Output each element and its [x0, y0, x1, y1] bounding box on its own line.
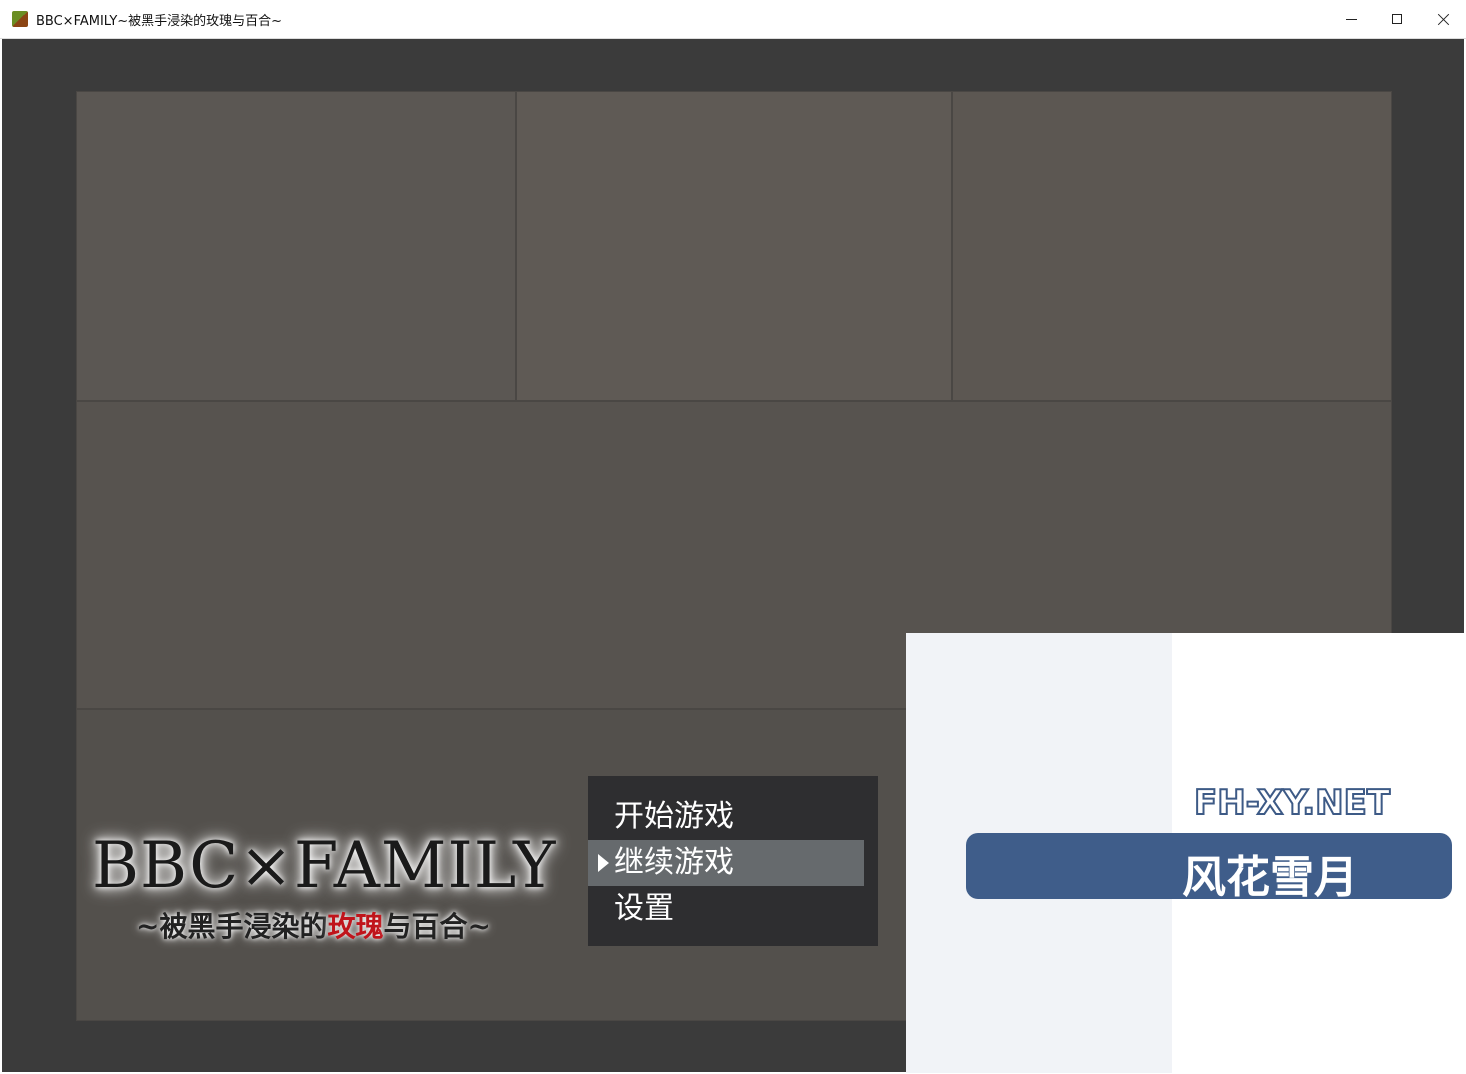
menu-item-label: 开始游戏 [614, 799, 734, 834]
game-logo: BBC×FAMILY ~被黑手浸染的玫瑰与百合~ [92, 829, 612, 945]
background-panel [516, 91, 952, 401]
logo-title: BBC×FAMILY [92, 829, 557, 903]
minimize-button[interactable] [1328, 0, 1374, 38]
background-panel [76, 91, 516, 401]
menu-item-settings[interactable]: 设置 [588, 886, 878, 932]
background-panel [952, 91, 1392, 401]
window-title: BBC×FAMILY~被黑手浸染的玫瑰与百合~ [36, 13, 283, 29]
title-menu: 开始游戏 继续游戏 设置 [588, 776, 878, 946]
menu-item-label: 继续游戏 [614, 845, 734, 880]
minimize-icon [1345, 18, 1357, 20]
watermark-url: FH-XY.NET [1193, 782, 1391, 824]
menu-item-new-game[interactable]: 开始游戏 [588, 794, 878, 840]
logo-subtitle: ~被黑手浸染的玫瑰与百合~ [136, 905, 612, 945]
close-button[interactable] [1420, 0, 1466, 38]
maximize-icon [1392, 14, 1402, 24]
menu-item-label: 设置 [614, 891, 674, 926]
maximize-button[interactable] [1374, 0, 1420, 38]
app-icon [12, 11, 28, 27]
logo-subtitle-part: 与百合~ [383, 910, 491, 943]
logo-subtitle-part: ~被黑手浸染的 [136, 910, 328, 943]
window-controls [1328, 0, 1466, 38]
selection-cursor-icon [598, 854, 609, 872]
logo-subtitle-accent: 玫瑰 [327, 910, 384, 943]
menu-item-continue[interactable]: 继续游戏 [588, 840, 864, 886]
watermark-name: 风花雪月 [1182, 852, 1358, 903]
close-icon [1437, 13, 1450, 26]
watermark-overlay: FH-XY.NET 风花雪月 [906, 633, 1464, 1073]
window-titlebar: BBC×FAMILY~被黑手浸染的玫瑰与百合~ [0, 0, 1466, 39]
